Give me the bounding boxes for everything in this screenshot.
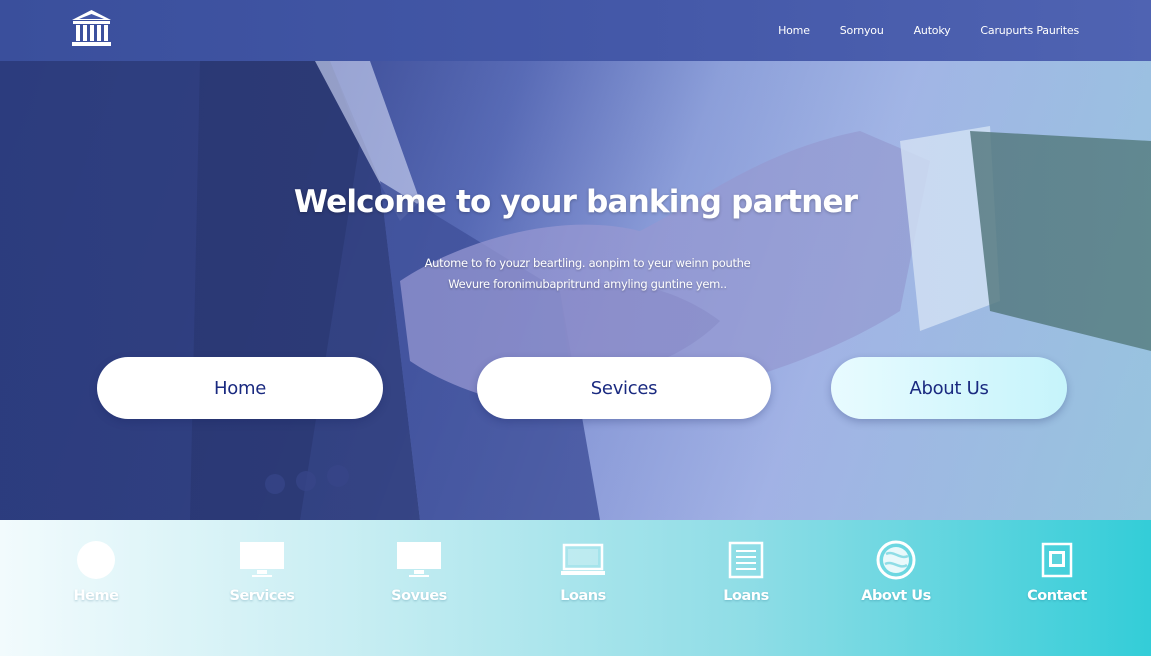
bottom-nav-label: Sovues	[391, 588, 447, 604]
contact-card-icon	[1033, 540, 1081, 580]
monitor-icon	[238, 540, 286, 580]
bottom-nav-item-services[interactable]: Services	[202, 520, 322, 656]
bottom-nav-label: Loans	[723, 588, 769, 604]
bottom-nav-item-home[interactable]: Heme	[36, 520, 156, 656]
hero-services-button[interactable]: Sevices	[477, 357, 771, 419]
bottom-nav-item-services-2[interactable]: Sovues	[359, 520, 479, 656]
hero-subtitle-line-2: Wevure foronimubapritrund amyling guntin…	[448, 277, 727, 291]
bottom-nav-label: Loans	[560, 588, 606, 604]
hero-subtitle-line-1: Autome to fo youzr beartling. aonpim to …	[424, 256, 751, 270]
bottom-nav-item-contact[interactable]: Contact	[997, 520, 1117, 656]
monitor-icon	[395, 540, 443, 580]
top-header: Home Sornyou Autoky Carupurts Paurites	[0, 0, 1151, 61]
circle-icon	[72, 540, 120, 580]
bottom-nav-item-loans-2[interactable]: Loans	[686, 520, 806, 656]
laptop-icon	[559, 540, 607, 580]
bottom-nav-label: Contact	[1027, 588, 1087, 604]
bank-building-icon[interactable]	[70, 9, 113, 47]
hero-about-us-button[interactable]: About Us	[831, 357, 1067, 419]
hero-home-button[interactable]: Home	[97, 357, 383, 419]
top-nav-item-4[interactable]: Carupurts Paurites	[980, 24, 1079, 37]
document-icon	[722, 540, 770, 580]
bottom-nav-item-loans[interactable]: Loans	[523, 520, 643, 656]
globe-icon	[872, 540, 920, 580]
hero-title: Welcome to your banking partner	[293, 184, 858, 220]
bottom-nav-item-about-us[interactable]: Abovt Us	[836, 520, 956, 656]
top-nav-item-2[interactable]: Sornyou	[840, 24, 884, 37]
bottom-nav-label: Services	[229, 588, 295, 604]
top-nav-item-3[interactable]: Autoky	[914, 24, 951, 37]
bottom-nav: Heme Services Sovues Loans Loans Abovt U…	[0, 520, 1151, 656]
top-nav: Home Sornyou Autoky Carupurts Paurites	[748, 0, 1079, 61]
bottom-nav-label: Heme	[73, 588, 119, 604]
top-nav-home[interactable]: Home	[778, 24, 810, 37]
hero-section: Welcome to your banking partner Autome t…	[0, 61, 1151, 520]
bottom-nav-label: Abovt Us	[861, 588, 931, 604]
